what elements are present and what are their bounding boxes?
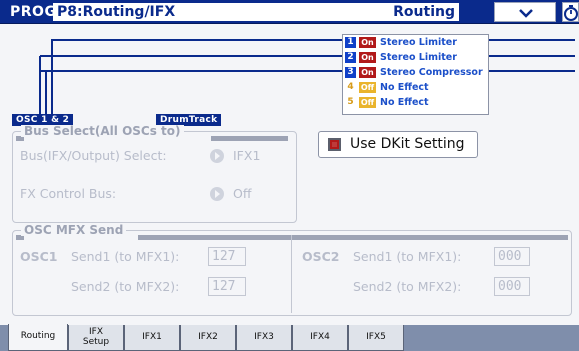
- bus-select-group: Bus Select(All OSCs to) Bus(IFX/Output) …: [12, 125, 297, 223]
- bus-select-popup-icon[interactable]: [210, 149, 224, 163]
- osc2-send2-value[interactable]: 000: [494, 277, 530, 296]
- tab-ifx4[interactable]: IFX4: [292, 325, 348, 351]
- ifx-slot-number: 4: [347, 82, 354, 92]
- ifx-on-switch[interactable]: On: [359, 37, 376, 48]
- checkbox-checked-icon: [328, 138, 341, 151]
- ifx-off-switch[interactable]: Off: [359, 82, 376, 93]
- osc1-send1-label: Send1 (to MFX1):: [71, 249, 180, 264]
- use-dkit-setting-checkbox[interactable]: Use DKit Setting: [318, 131, 478, 158]
- ifx-off-switch[interactable]: Off: [359, 97, 376, 108]
- group-title-bar: [138, 235, 568, 240]
- osc-mfx-send-title: OSC MFX Send: [21, 224, 127, 236]
- fx-control-bus-popup-icon[interactable]: [210, 187, 224, 201]
- osc1-send2-label: Send2 (to MFX2):: [71, 279, 180, 294]
- tab-label: IFX5: [366, 332, 386, 342]
- tab-ifx1[interactable]: IFX1: [124, 325, 180, 351]
- ifx-slot-number: 5: [347, 97, 354, 107]
- tab-label: IFX1: [142, 332, 162, 342]
- ifx-chain-list: 1 On Stereo Limiter 2 On Stereo Limiter …: [342, 34, 489, 115]
- ifx-effect-name: Stereo Limiter: [380, 37, 457, 48]
- ifx-on-switch[interactable]: On: [359, 67, 376, 78]
- osc1-send2-value[interactable]: 127: [208, 277, 246, 296]
- osc-mfx-send-group: OSC MFX Send OSC1 Send1 (to MFX1): 127 S…: [12, 224, 572, 316]
- osc2-send2-label: Send2 (to MFX2):: [353, 279, 462, 294]
- ifx-on-switch[interactable]: On: [359, 52, 376, 63]
- tab-label: Routing: [20, 331, 56, 341]
- tab-label-line2: Setup: [82, 337, 110, 347]
- ifx-effect-name: No Effect: [380, 82, 429, 93]
- ifx-effect-name: Stereo Compressor: [380, 67, 483, 78]
- ifx-slot-number: 3: [345, 67, 356, 78]
- tab-ifx-setup[interactable]: IFX Setup: [68, 325, 124, 351]
- tab-ifx3[interactable]: IFX3: [236, 325, 292, 351]
- tab-label: IFX3: [254, 332, 274, 342]
- ifx-effect-name: Stereo Limiter: [380, 52, 457, 63]
- tab-routing[interactable]: Routing: [8, 324, 68, 351]
- ifx-effect-name: No Effect: [380, 97, 429, 108]
- osc2-send1-value[interactable]: 000: [494, 247, 530, 266]
- osc1-send1-value[interactable]: 127: [208, 247, 246, 266]
- tab-label: IFX4: [310, 332, 330, 342]
- page-tab-bar: Routing IFX Setup IFX1 IFX2 IFX3 IFX4 IF…: [0, 324, 579, 351]
- bus-select-value[interactable]: IFX1: [233, 147, 260, 165]
- tab-ifx5[interactable]: IFX5: [348, 325, 404, 351]
- column-divider: [291, 235, 292, 313]
- bus-select-label: Bus(IFX/Output) Select:: [20, 148, 167, 163]
- ifx-slot-number: 2: [345, 52, 356, 63]
- osc1-label: OSC1: [20, 249, 58, 264]
- tab-ifx2[interactable]: IFX2: [180, 325, 236, 351]
- bus-select-title: Bus Select(All OSCs to): [21, 125, 184, 137]
- osc2-send1-label: Send1 (to MFX1):: [353, 249, 462, 264]
- tab-label: IFX2: [198, 332, 218, 342]
- fx-control-bus-value[interactable]: Off: [233, 185, 251, 203]
- use-dkit-setting-label: Use DKit Setting: [350, 136, 465, 152]
- ifx-slot-number: 1: [345, 37, 356, 48]
- tab-label: IFX: [89, 327, 103, 337]
- program-routing-screen: PROG P8:Routing/IFX Routing 1 On Stereo …: [0, 0, 579, 351]
- group-title-bar: [211, 136, 288, 141]
- routing-lines: [39, 39, 575, 114]
- osc2-label: OSC2: [302, 249, 340, 264]
- fx-control-bus-label: FX Control Bus:: [20, 186, 117, 201]
